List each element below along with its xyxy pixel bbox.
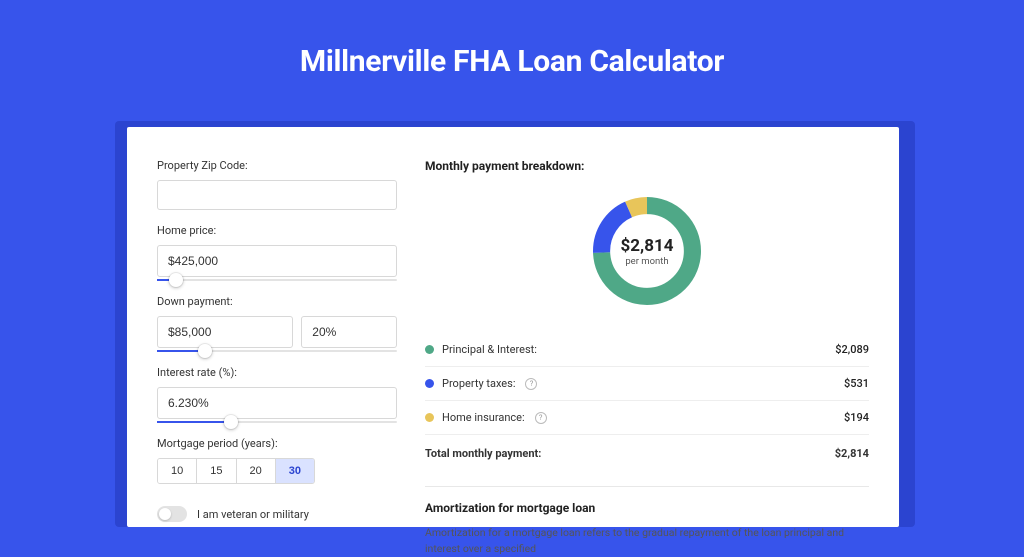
- legend-value: $531: [844, 377, 869, 390]
- period-button-10[interactable]: 10: [158, 459, 197, 483]
- dot-yellow-icon: [425, 413, 434, 422]
- period-button-30[interactable]: 30: [276, 459, 314, 483]
- calculator-card: Property Zip Code: Home price: Down paym…: [127, 127, 899, 527]
- help-icon[interactable]: ?: [535, 412, 547, 424]
- down-payment-input[interactable]: [157, 316, 293, 348]
- legend-label: Property taxes:: [442, 377, 515, 390]
- legend-label: Principal & Interest:: [442, 343, 537, 356]
- legend-value: $194: [844, 411, 869, 424]
- zip-label: Property Zip Code:: [157, 159, 397, 172]
- home-price-slider[interactable]: [157, 279, 397, 281]
- down-payment-slider[interactable]: [157, 350, 397, 352]
- donut-value: $2,814: [621, 236, 674, 256]
- legend-row-total: Total monthly payment: $2,814: [425, 435, 869, 470]
- donut-chart: $2,814 per month: [425, 173, 869, 333]
- dot-green-icon: [425, 345, 434, 354]
- slider-thumb-icon[interactable]: [169, 273, 183, 287]
- interest-rate-input[interactable]: [157, 387, 397, 419]
- breakdown-column: Monthly payment breakdown: $2,814 per mo…: [425, 151, 869, 527]
- donut-sub: per month: [625, 256, 668, 267]
- zip-input[interactable]: [157, 180, 397, 210]
- veteran-toggle[interactable]: [157, 506, 187, 522]
- period-label: Mortgage period (years):: [157, 437, 397, 450]
- down-payment-label: Down payment:: [157, 295, 397, 308]
- home-price-input[interactable]: [157, 245, 397, 277]
- veteran-label: I am veteran or military: [197, 508, 309, 521]
- down-payment-pct-input[interactable]: [301, 316, 397, 348]
- total-value: $2,814: [835, 447, 869, 460]
- period-button-15[interactable]: 15: [197, 459, 236, 483]
- home-price-label: Home price:: [157, 224, 397, 237]
- dot-blue-icon: [425, 379, 434, 388]
- period-button-20[interactable]: 20: [237, 459, 276, 483]
- legend-value: $2,089: [835, 343, 869, 356]
- slider-thumb-icon[interactable]: [224, 415, 238, 429]
- divider: [425, 486, 869, 487]
- total-label: Total monthly payment:: [425, 447, 541, 460]
- help-icon[interactable]: ?: [525, 378, 537, 390]
- legend-row-principal: Principal & Interest: $2,089: [425, 333, 869, 367]
- interest-rate-slider[interactable]: [157, 421, 397, 423]
- legend-row-insurance: Home insurance: ? $194: [425, 401, 869, 435]
- breakdown-title: Monthly payment breakdown:: [425, 159, 869, 173]
- interest-rate-label: Interest rate (%):: [157, 366, 397, 379]
- amortization-text: Amortization for a mortgage loan refers …: [425, 525, 869, 557]
- period-buttons: 10152030: [157, 458, 315, 484]
- amortization-title: Amortization for mortgage loan: [425, 501, 869, 515]
- legend-label: Home insurance:: [442, 411, 525, 424]
- legend-row-taxes: Property taxes: ? $531: [425, 367, 869, 401]
- page-title: Millnerville FHA Loan Calculator: [0, 0, 1024, 79]
- slider-thumb-icon[interactable]: [198, 344, 212, 358]
- form-column: Property Zip Code: Home price: Down paym…: [157, 151, 397, 527]
